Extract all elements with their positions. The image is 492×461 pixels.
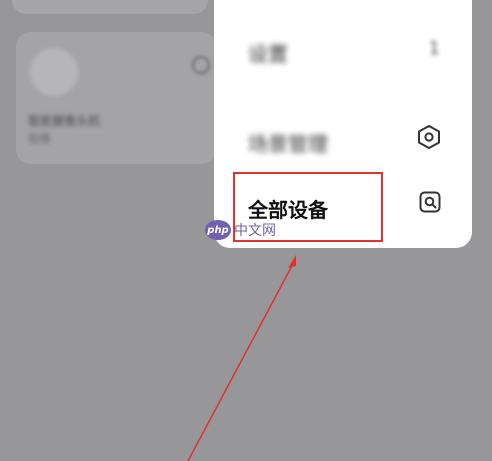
- background-device-card[interactable]: 智能摄像头机 在线: [16, 32, 216, 164]
- hexagon-icon: [418, 125, 440, 149]
- menu-item-settings[interactable]: 设置 1: [214, 20, 472, 80]
- menu-item-label: 设置: [248, 42, 288, 66]
- watermark-badge: php: [205, 220, 231, 240]
- background-card-top: [12, 0, 208, 14]
- menu-item-value: 1: [428, 38, 440, 59]
- device-status: 在线: [28, 132, 50, 145]
- device-thumbnail: [30, 48, 78, 96]
- power-icon: [192, 56, 210, 74]
- menu-item-scene-management[interactable]: 场景管理: [214, 110, 472, 170]
- menu-item-label: 场景管理: [248, 132, 328, 156]
- scan-device-icon: [419, 191, 441, 213]
- watermark-text: 中文网: [234, 223, 276, 239]
- device-name: 智能摄像头机: [28, 114, 101, 128]
- watermark: php 中文网: [205, 220, 276, 240]
- screen: 智能摄像头机 在线 设置 1 场景管理 全部设备 php 中文网: [0, 0, 492, 461]
